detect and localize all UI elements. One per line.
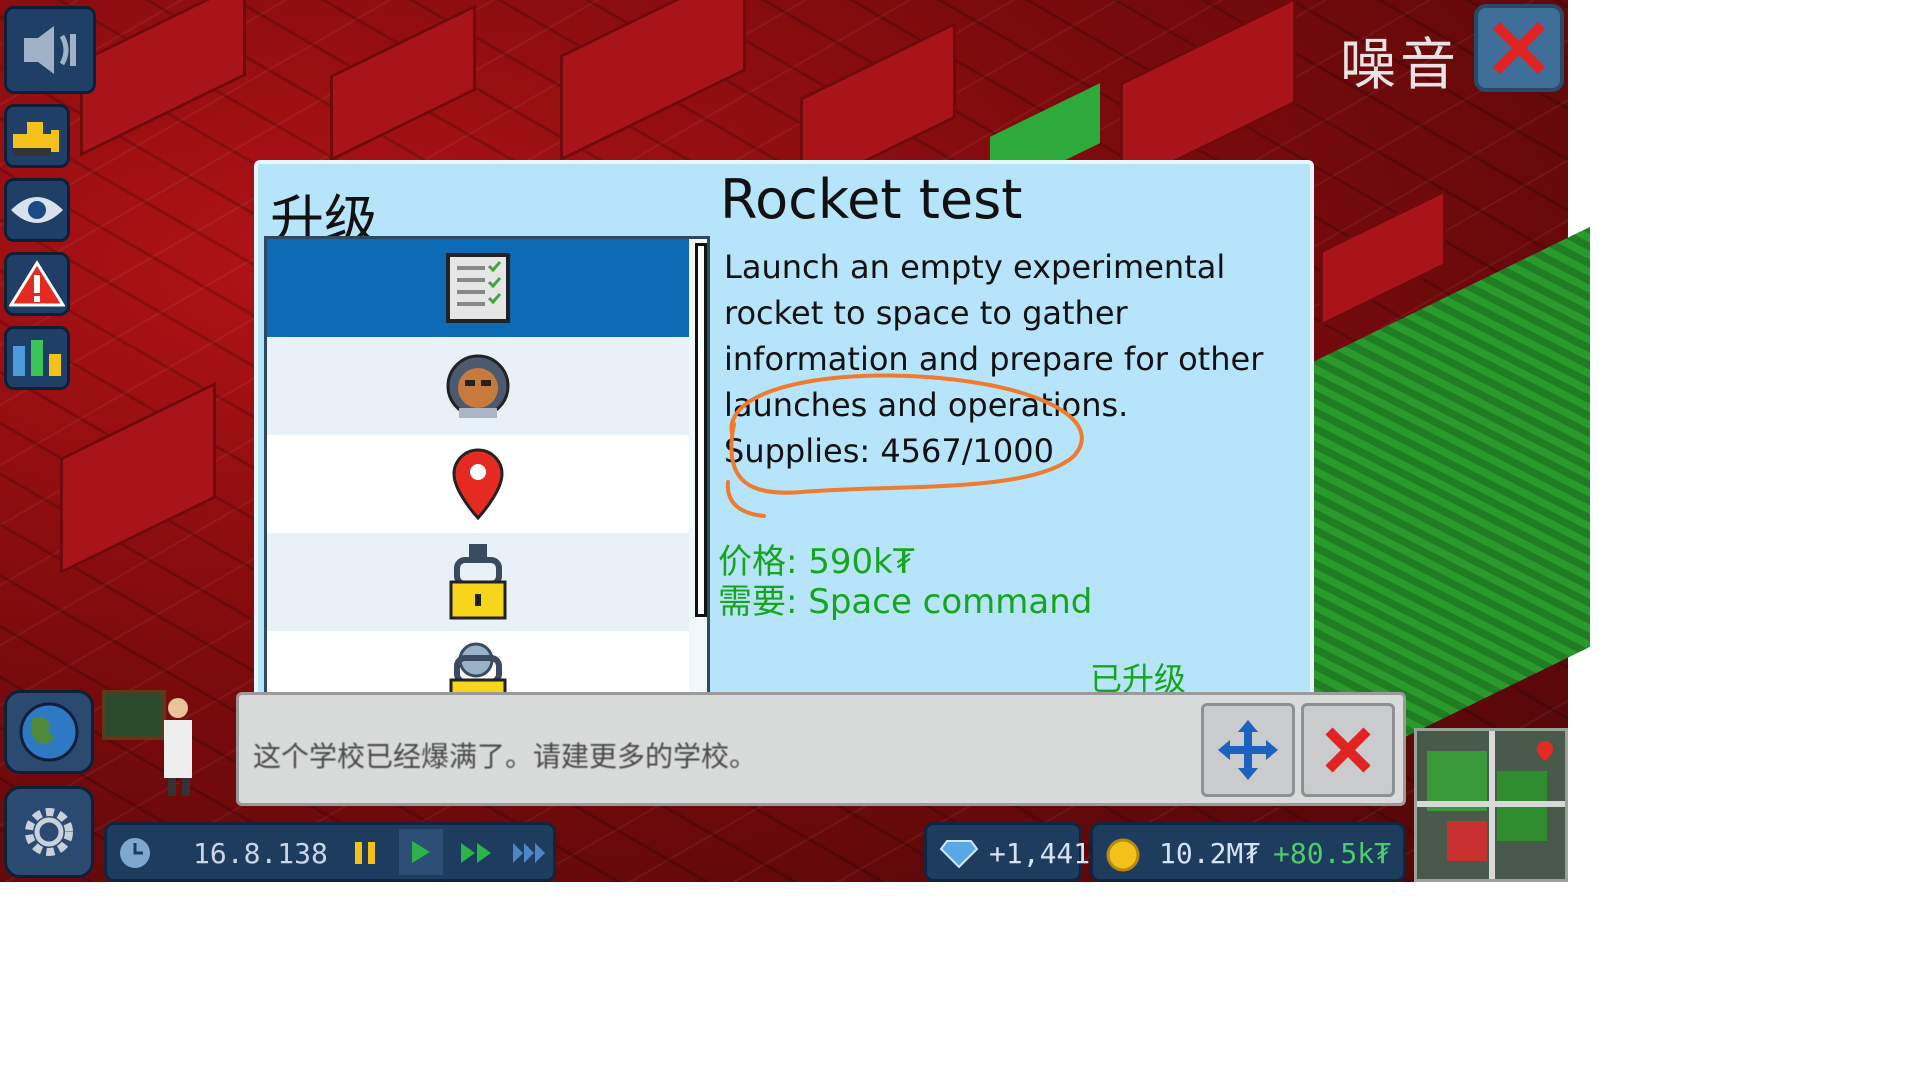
upgrade-description: Launch an empty experimental rocket to s… [724,248,1264,424]
speaker-icon [24,26,76,74]
upgrade-item-astronaut[interactable] [267,337,689,435]
play-icon [412,841,430,863]
noise-overlay-label: 噪音 [1340,33,1460,98]
move-arrows-icon [1218,720,1278,780]
dismiss-message-button[interactable] [1301,703,1395,797]
location-marker-icon [1537,741,1553,761]
settings-button[interactable] [4,786,94,878]
fastest-forward-icon [513,843,545,863]
astronaut-helmet-icon [446,354,510,418]
diamond-count: +1,441 [989,837,1091,870]
upgrade-list[interactable] [264,236,710,718]
bulldozer-tool-button[interactable] [4,104,70,168]
close-icon [1492,21,1546,75]
upgrade-requirement: 需要: Space command [718,582,1093,622]
pause-icon [355,842,375,864]
view-overlay-button[interactable] [4,178,70,242]
game-date: 16.8.138 [193,837,328,870]
teacher-avatar-icon [102,690,192,796]
bar-chart-icon [13,340,61,376]
globe-icon [19,702,79,762]
pause-button[interactable] [343,833,387,873]
diamond-icon [939,840,979,869]
close-icon [1325,727,1371,773]
checklist-document-icon [446,253,510,323]
money-panel[interactable]: 10.2M₮ +80.5k₮ [1090,822,1406,882]
diamond-panel[interactable]: +1,441 [924,822,1090,882]
warning-icon [9,260,65,307]
money-balance: 10.2M₮ [1159,837,1261,870]
padlock-locked-icon [449,544,507,620]
minimap[interactable] [1414,728,1568,882]
upgrade-title: Rocket test [720,168,1023,231]
supplies-value: Supplies: 4567/1000 [724,432,1054,470]
focus-location-button[interactable] [1201,703,1295,797]
close-overlay-button[interactable] [1474,4,1564,92]
coin-icon [1106,838,1140,872]
advisor-message-bar: 这个学校已经爆满了。请建更多的学校。 [236,692,1406,806]
eye-icon [11,197,63,223]
upgrade-dialog: 升级 Rocket test Launch an empty experimen… [254,160,1314,722]
money-income: +80.5k₮ [1273,837,1392,870]
warnings-button[interactable] [4,252,70,316]
fastest-speed-button[interactable] [507,833,555,873]
gear-icon [25,808,73,856]
upgrade-item-location[interactable] [267,435,689,533]
advisor-message-text: 这个学校已经爆满了。请建更多的学校。 [253,740,758,773]
upgrade-item-locked-1[interactable] [267,533,689,631]
advisor-teacher-portrait[interactable] [102,690,210,798]
sound-toggle-button[interactable] [4,6,96,94]
clock-icon [120,838,150,868]
time-panel: 16.8.138 [104,822,556,882]
map-pin-icon [452,448,504,521]
play-button[interactable] [399,829,443,875]
fast-forward-icon [461,843,491,863]
world-map-button[interactable] [4,690,94,774]
bulldozer-icon [13,122,59,156]
fast-forward-button[interactable] [453,833,501,873]
upgrade-item-rocket-test[interactable] [267,239,689,337]
statistics-button[interactable] [4,326,70,390]
list-scrollbar[interactable] [695,243,707,617]
